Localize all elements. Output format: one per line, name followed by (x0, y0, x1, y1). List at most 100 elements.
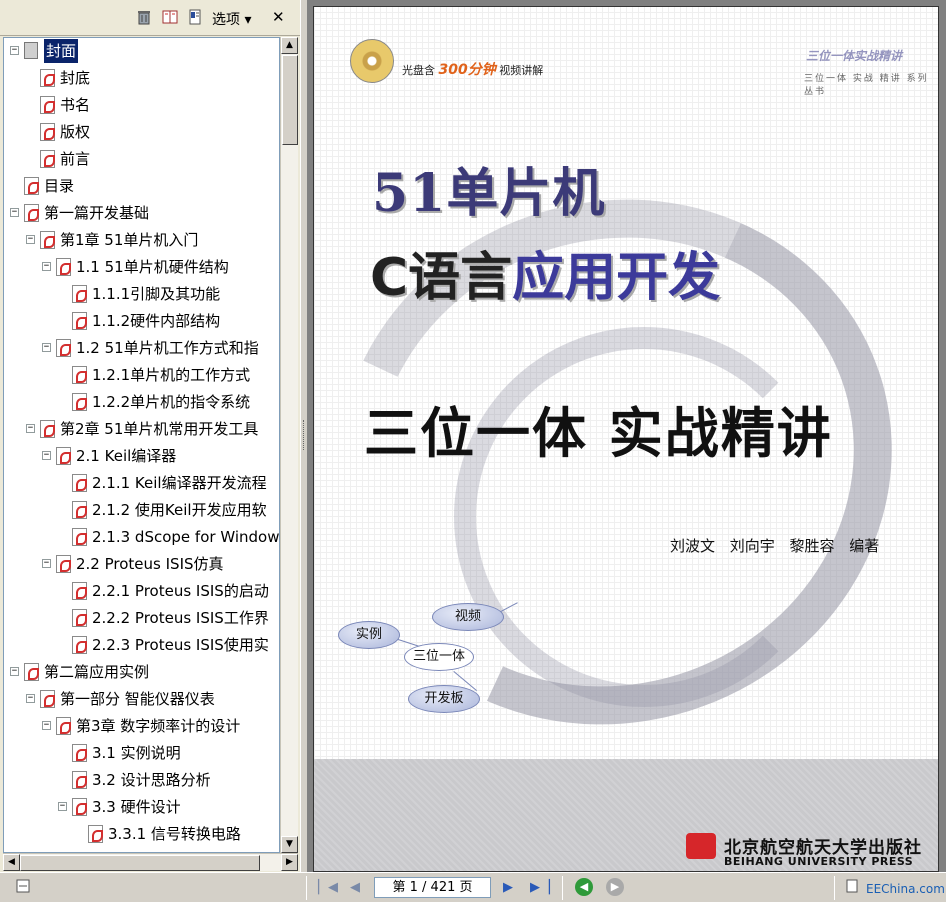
cd-description: 光盘含 300分钟 视频讲解 (402, 62, 544, 78)
pdf-bookmark-icon (72, 393, 87, 411)
collapse-toggle-icon[interactable]: − (26, 424, 35, 433)
bookmark-item[interactable]: 2.2.2 Proteus ISIS工作界 (4, 606, 279, 630)
bookmark-item[interactable]: 1.1.1引脚及其功能 (4, 282, 279, 306)
last-page-icon[interactable]: ▶▕ (530, 880, 550, 895)
scroll-thumb[interactable] (282, 55, 298, 145)
bookmark-item[interactable]: − 第二篇应用实例 (4, 660, 279, 684)
collapse-toggle-icon[interactable]: − (42, 559, 51, 568)
page-number-field[interactable]: 第 1 / 421 页 (374, 877, 491, 898)
bookmark-item[interactable]: 2.2.1 Proteus ISIS的启动 (4, 579, 279, 603)
bookmark-item[interactable]: 版权 (4, 120, 279, 144)
bookmark-horizontal-scrollbar[interactable]: ◀ ▶ (3, 853, 298, 871)
panel-toggle-icon[interactable] (16, 879, 30, 897)
single-page-icon[interactable] (846, 879, 858, 897)
bookmark-item[interactable]: 3.1 实例说明 (4, 741, 279, 765)
bubble-example: 实例 (338, 621, 400, 649)
pdf-bookmark-icon (72, 474, 87, 492)
collapse-toggle-icon[interactable]: − (26, 235, 35, 244)
pdf-bookmark-icon (40, 690, 55, 708)
pdf-bookmark-icon (72, 609, 87, 627)
bookmark-item[interactable]: 2.2.3 Proteus ISIS使用实 (4, 633, 279, 657)
bookmark-label: 2.1.3 dScope for Windows (92, 528, 280, 546)
pdf-bookmark-icon (72, 528, 87, 546)
pdf-bookmark-icon (56, 339, 71, 357)
pdf-bookmark-icon (40, 420, 55, 438)
bookmark-item[interactable]: 前言 (4, 147, 279, 171)
bookmark-label: 第一部分 智能仪器仪表 (60, 690, 215, 708)
scroll-up-button[interactable]: ▲ (281, 37, 298, 54)
trash-icon[interactable] (136, 9, 152, 25)
pdf-reader-window: 选项 ▾ ✕ − 封面封底书名版权前言目录 − 第一篇开发基础 − 第1章 51单片机入门… (0, 0, 946, 902)
bookmark-item[interactable]: − 封面 (4, 39, 279, 63)
bookmark-item[interactable]: 3.2 设计思路分析 (4, 768, 279, 792)
bookmark-item[interactable]: − 第2章 51单片机常用开发工具 (4, 417, 279, 441)
bookmark-vertical-scrollbar[interactable]: ▲ ▼ (280, 37, 298, 853)
bookmark-item[interactable]: − 1.1 51单片机硬件结构 (4, 255, 279, 279)
book-subtitle: 三位一体 实战精讲 (364, 401, 833, 465)
go-back-icon[interactable]: ◀ (575, 878, 593, 896)
scroll-left-button[interactable]: ◀ (3, 854, 20, 871)
bookmark-label: 3.3 硬件设计 (92, 798, 181, 816)
bookmark-icon[interactable] (187, 9, 203, 25)
collapse-toggle-icon[interactable]: − (10, 667, 19, 676)
bubble-board: 开发板 (408, 685, 480, 713)
collapse-toggle-icon[interactable]: − (58, 802, 67, 811)
bookmark-item[interactable]: 2.1.3 dScope for Windows (4, 525, 280, 549)
series-logo: 三位一体实战精讲 (806, 49, 903, 63)
collapse-toggle-icon[interactable]: − (42, 451, 51, 460)
bookmark-item[interactable]: − 2.1 Keil编译器 (4, 444, 279, 468)
watermark-text: EEChina.com (866, 882, 945, 896)
bookmark-item[interactable]: 目录 (4, 174, 279, 198)
bookmark-item[interactable]: 1.2.2单片机的指令系统 (4, 390, 279, 414)
go-forward-icon[interactable]: ▶ (606, 878, 624, 896)
close-icon[interactable]: ✕ (272, 8, 285, 26)
bookmark-label: 第一篇开发基础 (44, 204, 150, 222)
next-page-icon[interactable]: ▶ (503, 880, 513, 895)
document-view: 光盘含 300分钟 视频讲解 三位一体实战精讲 三位一体 实战 精讲 系列丛书 … (308, 0, 946, 872)
bookmark-item[interactable]: − 第3章 数字频率计的设计 (4, 714, 279, 738)
scroll-down-button[interactable]: ▼ (281, 836, 298, 853)
collapse-toggle-icon[interactable]: − (10, 46, 19, 55)
scroll-right-button[interactable]: ▶ (281, 854, 298, 871)
bookmark-label: 3.1 实例说明 (92, 744, 181, 762)
collapse-toggle-icon[interactable]: − (42, 262, 51, 271)
bookmark-label: 2.2.3 Proteus ISIS使用实 (92, 636, 269, 654)
bookmark-item[interactable]: − 第一部分 智能仪器仪表 (4, 687, 279, 711)
cd-icon (350, 39, 394, 83)
bookmark-item[interactable]: − 1.2 51单片机工作方式和指 (4, 336, 279, 360)
bookmark-item[interactable]: 书名 (4, 93, 279, 117)
bookmark-item[interactable]: − 3.3 硬件设计 (4, 795, 279, 819)
first-page-icon[interactable]: ▏◀ (318, 880, 338, 895)
pdf-bookmark-icon (56, 258, 71, 276)
pdf-bookmark-icon (40, 69, 55, 87)
book-icon[interactable] (162, 9, 178, 25)
pdf-bookmark-icon (72, 636, 87, 654)
bookmark-item[interactable]: 3.3.1 信号转换电路 (4, 822, 279, 846)
collapse-toggle-icon[interactable]: − (42, 721, 51, 730)
bookmark-item[interactable]: 2.1.2 使用Keil开发应用软 (4, 498, 279, 522)
bookmark-item[interactable]: − 第1章 51单片机入门 (4, 228, 279, 252)
bookmark-item[interactable]: 1.1.2硬件内部结构 (4, 309, 279, 333)
previous-page-icon[interactable]: ◀ (350, 880, 360, 895)
pdf-bookmark-icon (72, 771, 87, 789)
bookmark-label: 封底 (60, 69, 91, 87)
bookmark-item[interactable]: 封底 (4, 66, 279, 90)
bookmark-item[interactable]: 2.1.1 Keil编译器开发流程 (4, 471, 279, 495)
bookmark-item[interactable]: 1.2.1单片机的工作方式 (4, 363, 279, 387)
panel-splitter[interactable] (300, 0, 308, 872)
pdf-bookmark-icon (56, 555, 71, 573)
horizontal-scroll-thumb[interactable] (20, 855, 260, 871)
options-menu[interactable]: 选项 ▾ (212, 9, 251, 29)
bookmark-label: 1.1.1引脚及其功能 (92, 285, 221, 303)
book-title-line1: 51单片机 (372, 163, 606, 224)
collapse-toggle-icon[interactable]: − (42, 343, 51, 352)
bookmark-item[interactable]: − 2.2 Proteus ISIS仿真 (4, 552, 279, 576)
collapse-toggle-icon[interactable]: − (10, 208, 19, 217)
pdf-bookmark-icon (56, 717, 71, 735)
bookmark-item[interactable]: − 第一篇开发基础 (4, 201, 279, 225)
book-title-line2: C语言应用开发 (370, 248, 721, 308)
collapse-toggle-icon[interactable]: − (26, 694, 35, 703)
pdf-bookmark-icon (56, 447, 71, 465)
bookmark-label: 2.2 Proteus ISIS仿真 (76, 555, 224, 573)
bookmark-label: 1.1.2硬件内部结构 (92, 312, 221, 330)
